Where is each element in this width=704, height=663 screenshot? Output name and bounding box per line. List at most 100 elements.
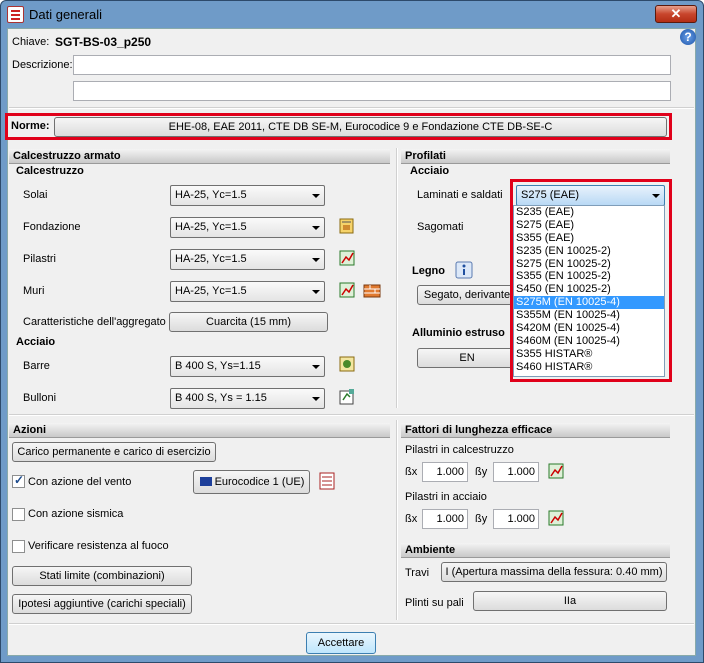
vento-checkbox[interactable] [12,473,25,488]
vento-label: Con azione del vento [28,476,132,488]
descrizione-input-2[interactable] [73,81,671,101]
norme-button[interactable]: EHE-08, EAE 2011, CTE DB SE-M, Eurocodic… [54,117,667,137]
by-input-acciaio[interactable]: 1.000 [493,509,539,529]
vertical-divider [396,148,398,408]
pilastri-value: HA-25, Yc=1.5 [175,253,247,265]
chart-edit-icon[interactable] [547,509,565,527]
laminati-dropdown-list: S235 (EAE) S275 (EAE) S355 (EAE) S235 (E… [513,205,665,377]
fondazione-select[interactable]: HA-25, Yc=1.5 [170,217,325,238]
laminati-label: Laminati e saldati [417,189,503,201]
section-ambiente: Ambiente [401,543,670,558]
laminati-select[interactable]: S275 (EAE) [516,185,665,206]
pilastri-edit-icon[interactable] [338,249,356,267]
plinti-label: Plinti su pali [405,597,464,609]
muri-label: Muri [23,285,45,297]
solai-label: Solai [23,189,48,201]
dropdown-option[interactable]: S355M (EN 10025-4) [514,309,664,322]
muri-edit-icon[interactable] [338,281,356,299]
carico-button[interactable]: Carico permanente e carico di esercizio [12,442,216,462]
info-icon[interactable] [455,261,473,279]
by-label: ßy [475,466,488,478]
descrizione-label: Descrizione: [12,59,73,71]
dropdown-option[interactable]: S460M (EN 10025-4) [514,335,664,348]
accept-button[interactable]: Accettare [306,632,376,654]
bulloni-edit-icon[interactable] [338,388,356,406]
dropdown-option[interactable]: S355 HISTAR® [514,348,664,361]
bx-input-calcestruzzo[interactable]: 1.000 [422,462,468,482]
legno-label: Legno [412,265,445,277]
vento-norm-label: Eurocodice 1 (UE) [214,476,305,488]
travi-button[interactable]: I (Apertura massima della fessura: 0.40 … [441,562,667,582]
chiave-value: SGT-BS-03_p250 [55,35,152,49]
plinti-button[interactable]: IIa [473,591,667,611]
fondazione-value: HA-25, Yc=1.5 [175,221,247,233]
sub-acciaio-profilati: Acciaio [410,165,450,177]
norme-label: Norme: [11,120,50,132]
chevron-down-icon [312,258,320,262]
alluminio-button[interactable]: EN [417,348,517,368]
bulloni-label: Bulloni [23,392,57,404]
chevron-down-icon [312,226,320,230]
title-bar: Dati generali ✕ [1,1,703,29]
vertical-divider [396,420,398,620]
close-button[interactable]: ✕ [655,5,697,23]
chevron-down-icon [312,397,320,401]
bulloni-select[interactable]: B 400 S, Ys = 1.15 [170,388,325,409]
laminati-value: S275 (EAE) [521,189,580,201]
dropdown-option[interactable]: S355 (EAE) [514,232,664,245]
descrizione-input-1[interactable] [73,55,671,75]
fondazione-edit-icon[interactable] [338,217,356,235]
dropdown-option[interactable]: S275 (EAE) [514,219,664,232]
sismica-label: Con azione sismica [28,508,124,520]
section-azioni: Azioni [9,423,390,438]
dropdown-option[interactable]: S355 (EN 10025-2) [514,270,664,283]
by-input-calcestruzzo[interactable]: 1.000 [493,462,539,482]
dropdown-option[interactable]: S420M (EN 10025-4) [514,322,664,335]
fuoco-checkbox[interactable] [12,540,25,553]
app-icon [7,6,24,23]
chevron-down-icon [312,194,320,198]
sub-acciaio: Acciaio [16,336,56,348]
list-icon[interactable] [318,472,336,490]
barre-edit-icon[interactable] [338,355,356,373]
eu-flag-icon [200,477,212,486]
dropdown-option[interactable]: S275 (EN 10025-2) [514,258,664,271]
chevron-down-icon [652,194,660,198]
aggregato-label: Caratteristiche dell'aggregato [23,316,166,328]
brick-wall-icon[interactable] [363,282,381,300]
alluminio-label: Alluminio estruso [412,327,505,339]
dropdown-option[interactable]: S235 (EAE) [514,206,664,219]
fuoco-label: Verificare resistenza al fuoco [28,540,169,552]
bx-label-2: ßx [405,513,418,525]
ipotesi-button[interactable]: Ipotesi aggiuntive (carichi speciali) [12,594,192,614]
fondazione-label: Fondazione [23,221,81,233]
dropdown-option[interactable]: S450 (EN 10025-2) [514,283,664,296]
help-icon[interactable]: ? [680,29,696,45]
barre-value: B 400 S, Ys=1.15 [175,360,261,372]
legno-button[interactable]: Segato, derivante [417,285,517,305]
stati-limite-button[interactable]: Stati limite (combinazioni) [12,566,192,586]
by-label-2: ßy [475,513,488,525]
divider [9,414,694,416]
barre-select[interactable]: B 400 S, Ys=1.15 [170,356,325,377]
sismica-checkbox[interactable] [12,508,25,521]
window-title: Dati generali [29,7,102,22]
aggregato-button[interactable]: Cuarcita (15 mm) [169,312,328,332]
dropdown-option-highlighted[interactable]: S275M (EN 10025-4) [514,296,664,310]
solai-value: HA-25, Yc=1.5 [175,189,247,201]
dropdown-option[interactable]: S235 (EN 10025-2) [514,245,664,258]
travi-label: Travi [405,567,430,579]
dropdown-option[interactable]: S460 HISTAR® [514,361,664,374]
divider [9,107,694,109]
pilastri-calcestruzzo-label: Pilastri in calcestruzzo [405,444,514,456]
vento-norm-button[interactable]: Eurocodice 1 (UE) [193,470,310,494]
solai-select[interactable]: HA-25, Yc=1.5 [170,185,325,206]
pilastri-select[interactable]: HA-25, Yc=1.5 [170,249,325,270]
muri-select[interactable]: HA-25, Yc=1.5 [170,281,325,302]
pilastri-acciaio-label: Pilastri in acciaio [405,491,487,503]
barre-label: Barre [23,360,50,372]
chart-edit-icon[interactable] [547,462,565,480]
bx-input-acciaio[interactable]: 1.000 [422,509,468,529]
bulloni-value: B 400 S, Ys = 1.15 [175,392,267,404]
bx-label: ßx [405,466,418,478]
